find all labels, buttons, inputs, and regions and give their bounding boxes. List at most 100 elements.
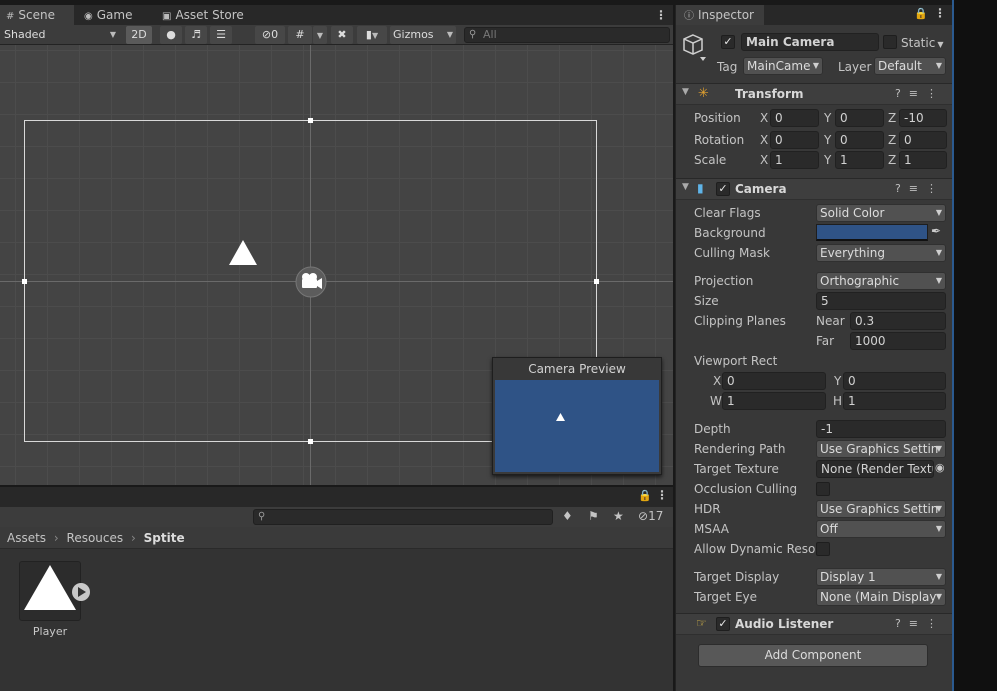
rendering-path-dropdown[interactable]: Use Graphics Settin ▼	[816, 440, 946, 458]
object-name-field[interactable]: Main Camera	[741, 33, 879, 51]
rotation-x-field[interactable]: 0	[770, 131, 819, 149]
help-icon[interactable]: ?	[895, 87, 909, 100]
lock-icon[interactable]: 🔒	[914, 7, 928, 20]
project-search-input[interactable]: ⚲	[253, 509, 553, 525]
target-texture-field[interactable]: None (Render Textu	[816, 460, 934, 478]
audio-listener-header[interactable]: ☞ ✓ Audio Listener ?≡⋮	[676, 613, 953, 635]
foldout-arrow-icon[interactable]: ▼	[682, 182, 689, 192]
scene-search-input[interactable]: ⚲ All	[464, 27, 670, 43]
position-x-field[interactable]: 0	[770, 109, 819, 127]
grid-snap-dropdown[interactable]: ▼	[313, 26, 327, 44]
camera-settings-icon[interactable]: ▮▼	[357, 26, 387, 44]
active-checkbox[interactable]: ✓	[721, 35, 735, 49]
scale-x-field[interactable]: 1	[770, 151, 819, 169]
draw-mode-dropdown[interactable]: Shaded ▼	[0, 26, 120, 44]
gizmos-dropdown[interactable]: Gizmos ▼	[390, 26, 456, 44]
tools-icon[interactable]: ✖	[331, 26, 353, 44]
camera-header[interactable]: ▼ ▮ ✓ Camera ?≡⋮	[676, 178, 953, 200]
layer-dropdown[interactable]: Default ▼	[874, 57, 946, 75]
transform-header[interactable]: ▼ ✳ Transform ?≡⋮	[676, 83, 953, 105]
tab-inspector[interactable]: ⓘ Inspector	[676, 5, 764, 25]
rotation-z-field[interactable]: 0	[899, 131, 947, 149]
filter-by-label-icon[interactable]: ⚑	[588, 509, 599, 523]
chevron-down-icon: ▼	[935, 248, 942, 257]
near-field[interactable]: 0.3	[850, 312, 946, 330]
bounds-handle-bottom[interactable]	[308, 439, 313, 444]
favorites-star-icon[interactable]: ★	[613, 509, 624, 523]
presets-icon[interactable]: ≡	[909, 617, 926, 630]
allow-dynamic-resolution-checkbox[interactable]	[816, 542, 830, 556]
eyedropper-icon[interactable]: ✒	[931, 224, 941, 238]
presets-icon[interactable]: ≡	[909, 182, 926, 195]
shopping-bag-icon: ▣	[162, 11, 172, 22]
play-expand-icon[interactable]	[71, 582, 91, 602]
hidden-packages-button[interactable]: ⊘17	[638, 509, 663, 523]
filter-by-type-icon[interactable]: ♦	[562, 509, 573, 523]
rotation-y-field[interactable]: 0	[835, 131, 884, 149]
add-component-button[interactable]: Add Component	[698, 644, 928, 667]
target-eye-label: Target Eye	[694, 590, 758, 604]
chevron-down-icon: ▼	[109, 30, 116, 39]
effects-dropdown-icon[interactable]: ☰	[210, 26, 232, 44]
player-sprite[interactable]	[228, 240, 258, 266]
msaa-dropdown[interactable]: Off ▼	[816, 520, 946, 538]
bounds-handle-left[interactable]	[22, 279, 27, 284]
viewport-h-field[interactable]: 1	[843, 392, 946, 410]
viewport-y-field[interactable]: 0	[843, 372, 946, 390]
scale-y-field[interactable]: 1	[835, 151, 884, 169]
clear-flags-dropdown[interactable]: Solid Color ▼	[816, 204, 946, 222]
breadcrumb-assets[interactable]: Assets	[7, 531, 46, 545]
tab-game[interactable]: ◉ Game	[84, 5, 146, 25]
scene-viewport[interactable]: Camera Preview	[0, 45, 673, 485]
more-options-icon[interactable]: ⋮	[934, 6, 946, 20]
background-color-swatch[interactable]	[816, 224, 928, 241]
tab-asset-store[interactable]: ▣ Asset Store	[162, 5, 262, 25]
size-field[interactable]: 5	[816, 292, 946, 310]
help-icon[interactable]: ?	[895, 617, 909, 630]
viewport-w-field[interactable]: 1	[722, 392, 826, 410]
scale-label: Scale	[694, 153, 727, 167]
camera-enabled-checkbox[interactable]: ✓	[716, 182, 730, 196]
hidden-objects-button[interactable]: ⊘0	[255, 26, 285, 44]
culling-mask-dropdown[interactable]: Everything ▼	[816, 244, 946, 262]
object-picker-icon[interactable]: ◉	[935, 461, 945, 474]
tag-dropdown[interactable]: MainCame ▼	[743, 57, 823, 75]
hdr-dropdown[interactable]: Use Graphics Settin ▼	[816, 500, 946, 518]
lock-icon[interactable]: 🔒	[638, 489, 652, 502]
occlusion-culling-checkbox[interactable]	[816, 482, 830, 496]
foldout-arrow-icon[interactable]: ▼	[682, 87, 689, 97]
viewport-x-field[interactable]: 0	[722, 372, 826, 390]
audio-listener-enabled-checkbox[interactable]: ✓	[716, 617, 730, 631]
camera-gizmo-icon[interactable]	[294, 265, 328, 299]
scale-z-field[interactable]: 1	[899, 151, 947, 169]
z-axis-label: Z	[888, 153, 897, 167]
y-axis-label: Y	[824, 133, 832, 147]
position-y-field[interactable]: 0	[835, 109, 884, 127]
far-field[interactable]: 1000	[850, 332, 946, 350]
target-eye-dropdown[interactable]: None (Main Display ▼	[816, 588, 946, 606]
target-display-dropdown[interactable]: Display 1 ▼	[816, 568, 946, 586]
more-options-icon[interactable]: ⋮	[655, 5, 667, 25]
lighting-toggle-icon[interactable]: ●	[160, 26, 182, 44]
more-options-icon[interactable]: ⋮	[926, 182, 945, 195]
grid-snap-icon[interactable]: #	[288, 26, 312, 44]
bounds-handle-top[interactable]	[308, 118, 313, 123]
static-checkbox[interactable]	[883, 35, 897, 49]
viewport-h-label: H	[833, 394, 843, 408]
tab-scene[interactable]: # Scene	[0, 5, 74, 25]
breadcrumb-resouces[interactable]: Resouces	[67, 531, 124, 545]
more-options-icon[interactable]: ⋮	[926, 617, 945, 630]
breadcrumb-sptite[interactable]: Sptite	[144, 531, 185, 545]
more-options-icon[interactable]: ⋮	[656, 488, 668, 502]
more-options-icon[interactable]: ⋮	[926, 87, 945, 100]
2d-toggle-button[interactable]: 2D	[126, 26, 152, 44]
projection-dropdown[interactable]: Orthographic ▼	[816, 272, 946, 290]
presets-icon[interactable]: ≡	[909, 87, 926, 100]
bounds-handle-right[interactable]	[594, 279, 599, 284]
position-z-field[interactable]: -10	[899, 109, 947, 127]
static-label[interactable]: Static ▼	[901, 36, 943, 50]
depth-field[interactable]: -1	[816, 420, 946, 438]
help-icon[interactable]: ?	[895, 182, 909, 195]
audio-toggle-icon[interactable]: ♬	[185, 26, 207, 44]
headphones-icon: ☞	[696, 616, 707, 630]
